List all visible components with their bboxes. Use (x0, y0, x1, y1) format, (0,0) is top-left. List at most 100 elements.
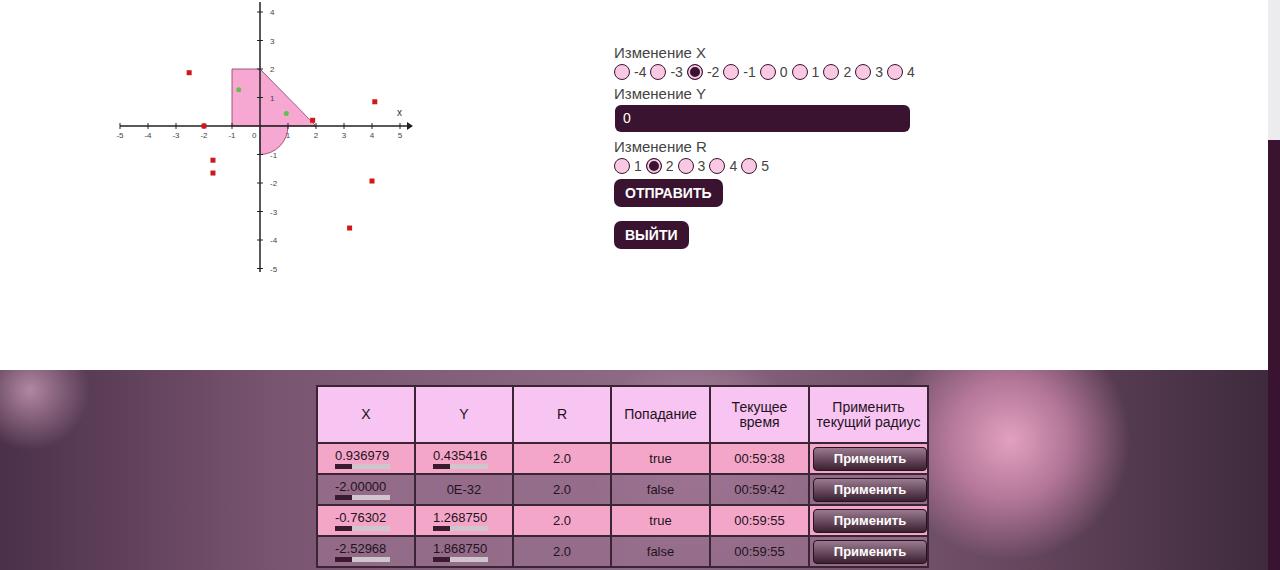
submit-button[interactable]: ОТПРАВИТЬ (614, 179, 723, 207)
r-radio[interactable] (741, 158, 757, 174)
apply-radius-button[interactable]: Применить (813, 540, 927, 564)
area-chart[interactable]: -5-4-3-2-1123454321-1-2-3-4-50x (0, 0, 614, 370)
x-tick-label: -3 (172, 131, 180, 140)
table-row: 0.936979 0.4354162.0 true 00:59:38 Применить (317, 443, 928, 474)
table-cell: 0E-32 (415, 474, 513, 505)
cell-scrollbar[interactable] (335, 526, 390, 531)
x-tick-label: 3 (342, 131, 347, 140)
input-form: Изменение X-4-3-2-101234Изменение YИзмен… (614, 0, 915, 370)
x-option[interactable]: 3 (855, 63, 883, 81)
cell-scrollbar-thumb[interactable] (335, 526, 352, 531)
r-radio[interactable] (646, 158, 662, 174)
cell-scrollbar-thumb[interactable] (335, 557, 352, 562)
x-option-label: 3 (875, 63, 883, 81)
coordinate-plane[interactable]: -5-4-3-2-1123454321-1-2-3-4-50x (115, 0, 415, 280)
r-option[interactable]: 2 (646, 157, 674, 175)
x-option[interactable]: 1 (792, 63, 820, 81)
table-cell: Применить (809, 505, 928, 536)
cell-value: -2.00000 (335, 479, 401, 494)
y-tick-label: -3 (270, 208, 278, 217)
x-option-label: 4 (907, 63, 915, 81)
table-cell: Применить (809, 474, 928, 505)
x-option-label: -4 (634, 63, 646, 81)
origin-label: 0 (252, 131, 257, 140)
cell-scrollbar-thumb[interactable] (335, 464, 352, 469)
x-option[interactable]: -4 (614, 63, 646, 81)
cell-scrollbar-thumb[interactable] (433, 526, 450, 531)
result-point (370, 179, 375, 184)
r-option[interactable]: 3 (678, 157, 706, 175)
y-tick-label: 3 (270, 37, 275, 46)
result-point (210, 171, 215, 176)
table-cell: 1.268750 (415, 505, 513, 536)
x-radio[interactable] (823, 64, 839, 80)
r-option[interactable]: 1 (614, 157, 642, 175)
r-radio[interactable] (678, 158, 694, 174)
table-cell: 0.435416 (415, 443, 513, 474)
x-option-label: 1 (812, 63, 820, 81)
table-cell: true (611, 443, 710, 474)
logout-button[interactable]: ВЫЙТИ (614, 221, 689, 249)
results-panel: XYRПопаданиеТекущее времяПрименить текущ… (0, 370, 1268, 570)
x-radio[interactable] (614, 64, 630, 80)
x-option[interactable]: -2 (687, 63, 719, 81)
apply-radius-button[interactable]: Применить (813, 478, 927, 502)
result-point (202, 124, 207, 129)
x-option[interactable]: 2 (823, 63, 851, 81)
y-tick-label: -4 (270, 236, 278, 245)
cell-scrollbar[interactable] (335, 464, 390, 469)
r-option-label: 2 (666, 157, 674, 175)
r-option-label: 4 (729, 157, 737, 175)
cell-scrollbar[interactable] (433, 526, 488, 531)
x-option[interactable]: -1 (723, 63, 755, 81)
x-group: -4-3 -2-1 0 12 3 4 (614, 63, 915, 81)
result-point (310, 118, 315, 123)
cell-value: 2.0 (553, 482, 571, 497)
r-option[interactable]: 5 (741, 157, 769, 175)
x-radio[interactable] (855, 64, 871, 80)
table-cell: -2.00000 (317, 474, 415, 505)
x-radio[interactable] (792, 64, 808, 80)
x-radio[interactable] (687, 64, 703, 80)
cell-scrollbar[interactable] (433, 464, 488, 469)
x-option-label: -2 (707, 63, 719, 81)
cell-scrollbar-thumb[interactable] (433, 557, 450, 562)
x-radio[interactable] (723, 64, 739, 80)
x-radio[interactable] (650, 64, 666, 80)
table-row: -2.000000E-322.0false00:59:42Применить (317, 474, 928, 505)
results-table: XYRПопаданиеТекущее времяПрименить текущ… (316, 385, 929, 568)
x-tick-label: 2 (314, 131, 319, 140)
cell-scrollbar[interactable] (335, 557, 390, 562)
table-cell: false (611, 536, 710, 567)
x-option[interactable]: 0 (760, 63, 788, 81)
r-radio[interactable] (709, 158, 725, 174)
result-point (187, 70, 192, 75)
r-group: 1 23 45 (614, 157, 915, 175)
cell-scrollbar[interactable] (433, 557, 488, 562)
table-cell: 00:59:42 (710, 474, 809, 505)
column-header: X (317, 386, 415, 443)
x-radio[interactable] (760, 64, 776, 80)
table-cell: 2.0 (513, 443, 611, 474)
x-tick-label: -2 (200, 131, 208, 140)
cell-value: 00:59:42 (734, 482, 785, 497)
cell-value: false (647, 544, 674, 559)
x-option[interactable]: 4 (887, 63, 915, 81)
x-option[interactable]: -3 (650, 63, 682, 81)
x-tick-label: 1 (286, 131, 291, 140)
cell-value: 0.936979 (335, 448, 401, 463)
cell-value: 00:59:38 (734, 451, 785, 466)
apply-radius-button[interactable]: Применить (813, 447, 927, 471)
table-cell: true (611, 505, 710, 536)
apply-radius-button[interactable]: Применить (813, 509, 927, 533)
cell-value: true (649, 451, 671, 466)
table-cell: Применить (809, 443, 928, 474)
y-input[interactable] (615, 105, 910, 132)
cell-scrollbar-thumb[interactable] (433, 464, 450, 469)
x-radio[interactable] (887, 64, 903, 80)
r-option[interactable]: 4 (709, 157, 737, 175)
r-radio[interactable] (614, 158, 630, 174)
column-header: Применить текущий радиус (809, 386, 928, 443)
cell-scrollbar[interactable] (335, 495, 390, 500)
cell-scrollbar-thumb[interactable] (335, 495, 352, 500)
